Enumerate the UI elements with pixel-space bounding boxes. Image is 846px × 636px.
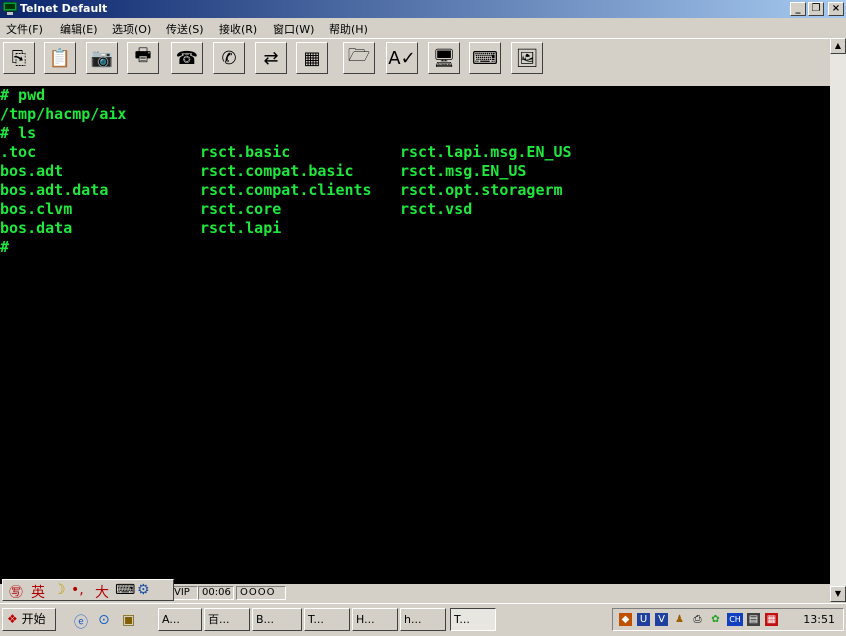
ls-col-1: bos.adt.data xyxy=(0,181,109,199)
ie-icon[interactable]: ⓔ xyxy=(74,612,88,632)
paste-icon[interactable]: 📋 xyxy=(44,42,76,74)
taskbar-button[interactable]: h... xyxy=(400,608,446,631)
terminal-line: .toc rsct.basic rsct.lapi.msg.EN_US xyxy=(0,143,572,162)
dial-phone-icon[interactable]: ☎ xyxy=(171,42,203,74)
camera-icon[interactable]: 📷 xyxy=(86,42,118,74)
maximize-button[interactable]: ❐ xyxy=(808,2,824,16)
ime-toolbar[interactable]: ㊢ 英 ☽ •, 大 ⌨ ⚙ xyxy=(2,579,174,601)
system-tray: ◆ U V ♟ ⎙ ✿ CH ▤ ▦ 13:51 xyxy=(612,608,844,631)
ls-col-2: rsct.compat.clients xyxy=(200,181,372,199)
window-title: Telnet Default xyxy=(20,2,108,15)
ls-col-1: bos.data xyxy=(0,219,73,237)
ime-punctuation-toggle[interactable]: •, xyxy=(71,582,84,598)
ime-logo-icon[interactable]: ㊢ xyxy=(9,582,23,602)
people-icon[interactable]: ♟ xyxy=(673,613,686,626)
terminal-line: bos.data rsct.lapi xyxy=(0,219,281,238)
menu-window[interactable]: 窗口(W) xyxy=(273,21,314,37)
start-label: 开始 xyxy=(21,612,46,626)
minimize-button[interactable]: _ xyxy=(790,2,806,16)
taskbar-button[interactable]: A... xyxy=(158,608,202,631)
menu-file[interactable]: 文件(F) xyxy=(6,21,43,37)
printer-icon[interactable]: ⎙ xyxy=(691,613,704,626)
windows-flag-icon: ❖ xyxy=(7,612,18,626)
ime-icon[interactable]: ▤ xyxy=(747,613,760,626)
scroll-down-arrow-icon[interactable]: ▼ xyxy=(830,586,846,602)
scroll-up-arrow-icon[interactable]: ▲ xyxy=(830,38,846,54)
menu-send[interactable]: 传送(S) xyxy=(166,21,204,37)
copy-icon[interactable]: ⎘ xyxy=(3,42,35,74)
status-indicators: OOOO xyxy=(236,586,286,600)
terminal-line: bos.clvm rsct.core rsct.vsd xyxy=(0,200,472,219)
vpn-icon[interactable]: V xyxy=(655,613,668,626)
monitor-icon[interactable]: 🖥 xyxy=(428,42,460,74)
menu-bar: 文件(F) 编辑(E) 选项(O) 传送(S) 接收(R) 窗口(W) 帮助(H… xyxy=(0,19,846,37)
keyboard-icon[interactable]: ⌨ xyxy=(115,582,135,598)
start-button[interactable]: ❖ 开始 xyxy=(2,608,56,631)
spellcheck-icon[interactable]: A✓ xyxy=(386,42,418,74)
ime-language-toggle[interactable]: 英 xyxy=(31,582,45,602)
status-mode: VIP xyxy=(170,586,198,600)
ls-col-2: rsct.core xyxy=(200,200,282,218)
taskbar-button[interactable]: H... xyxy=(352,608,398,631)
terminal-line: bos.adt rsct.compat.basic rsct.msg.EN_US xyxy=(0,162,526,181)
network-icon[interactable]: ◆ xyxy=(619,613,632,626)
taskbar-button[interactable]: T... xyxy=(304,608,350,631)
explorer-icon[interactable]: ⊙ xyxy=(98,612,110,628)
moon-icon[interactable]: ☽ xyxy=(53,582,66,598)
ls-col-3: rsct.opt.storagerm xyxy=(400,181,563,199)
terminal-screen[interactable]: # pwd /tmp/hacmp/aix # ls .toc rsct.basi… xyxy=(0,86,830,584)
grid-icon[interactable]: ▦ xyxy=(765,613,778,626)
shield-icon[interactable]: U xyxy=(637,613,650,626)
print-icon[interactable]: 🖶 xyxy=(127,42,159,74)
taskbar-button-active[interactable]: T... xyxy=(450,608,496,631)
layout-icon[interactable]: ▦ xyxy=(296,42,328,74)
taskbar-button[interactable]: 百... xyxy=(204,608,250,631)
ls-col-2: rsct.compat.basic xyxy=(200,162,354,180)
menu-receive[interactable]: 接收(R) xyxy=(219,21,257,37)
toolbar: ⎘ 📋 📷 🖶 ☎ ✆ ⇄ ▦ 🗁 A✓ 🖥 ⌨ 🖼 xyxy=(0,38,830,87)
send-file-icon[interactable]: 🗁 xyxy=(343,42,375,74)
menu-options[interactable]: 选项(O) xyxy=(112,21,151,37)
ls-col-2: rsct.lapi xyxy=(200,219,282,237)
window-titlebar[interactable]: Telnet Default _ ❐ × xyxy=(0,0,846,18)
ls-col-3: rsct.msg.EN_US xyxy=(400,162,527,180)
telnet-app-icon xyxy=(3,2,17,15)
ls-col-1: bos.clvm xyxy=(0,200,73,218)
image-icon[interactable]: 🖼 xyxy=(511,42,543,74)
status-timer: 00:06 xyxy=(198,586,234,600)
terminal-line: bos.adt.data rsct.compat.clients rsct.op… xyxy=(0,181,563,200)
desktop-icon[interactable]: ▣ xyxy=(122,612,135,628)
taskbar: ❖ 开始 ⓔ ⊙ ▣ A... 百... B... T... H... h...… xyxy=(0,603,846,636)
vertical-scrollbar[interactable]: ▲ ▼ xyxy=(830,38,846,602)
menu-help[interactable]: 帮助(H) xyxy=(329,21,368,37)
menu-edit[interactable]: 编辑(E) xyxy=(60,21,98,37)
ls-col-1: bos.adt xyxy=(0,162,64,180)
ime-width-toggle[interactable]: 大 xyxy=(95,582,109,602)
ls-col-2: rsct.basic xyxy=(200,143,291,161)
clock: 13:51 xyxy=(803,613,835,626)
taskbar-button[interactable]: B... xyxy=(252,608,302,631)
ime-settings-icon[interactable]: ⚙ xyxy=(137,582,150,598)
ls-col-3: rsct.vsd xyxy=(400,200,473,218)
ch-language-icon[interactable]: CH xyxy=(727,613,743,626)
ls-col-1: .toc xyxy=(0,143,37,161)
ls-col-3: rsct.lapi.msg.EN_US xyxy=(400,143,572,161)
transfer-icon[interactable]: ⇄ xyxy=(255,42,287,74)
hangup-phone-icon[interactable]: ✆ xyxy=(213,42,245,74)
keyboard-icon[interactable]: ⌨ xyxy=(469,42,501,74)
close-button[interactable]: × xyxy=(828,2,844,16)
connection-icon[interactable]: ✿ xyxy=(709,613,722,626)
